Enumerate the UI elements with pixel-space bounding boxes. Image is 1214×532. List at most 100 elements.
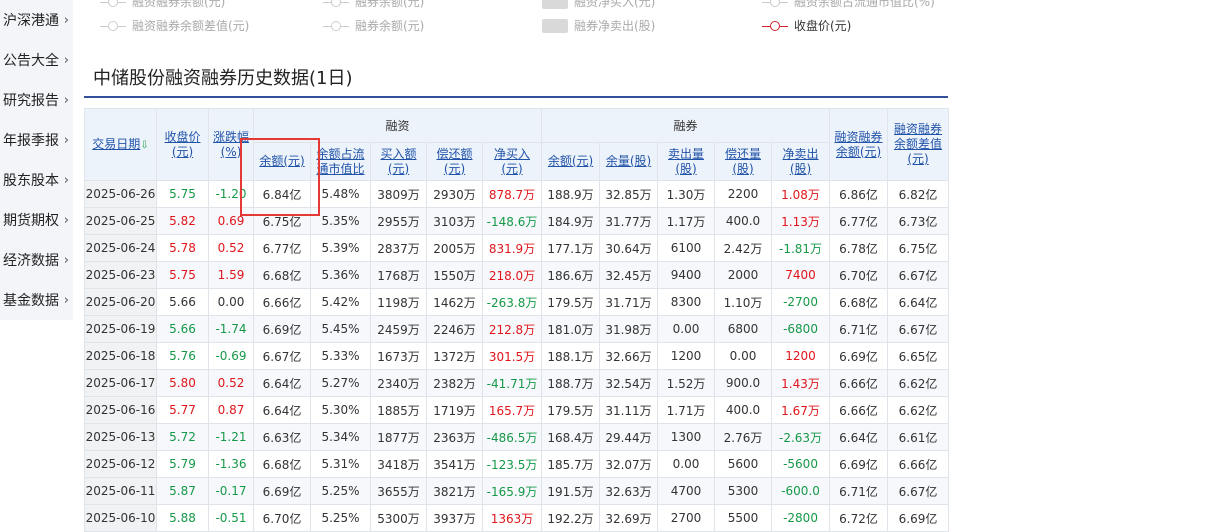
sidebar-item-fund-data[interactable]: 基金数据 › — [0, 280, 73, 320]
header-rq-volume[interactable]: 余量(股) — [599, 142, 659, 181]
table-cell: 218.0万 — [481, 261, 543, 289]
table-cell: 188.1万 — [541, 342, 601, 370]
header-rq-amount[interactable]: 余额(元) — [541, 142, 601, 181]
legend-item[interactable]: 融券余额(元) — [323, 17, 424, 34]
table-cell: 2005万 — [426, 234, 483, 262]
table-row: 2025-06-19 5.66 -1.74 6.69亿 5.45% 2459万 2246万 2… — [84, 315, 950, 343]
header-rz-net[interactable]: 净买入(元) — [481, 142, 543, 181]
sidebar-item-announcements[interactable]: 公告大全 › — [0, 40, 73, 80]
table-cell: 1885万 — [370, 396, 427, 424]
table-cell: 3937万 — [426, 504, 483, 532]
header-rz-ratio[interactable]: 余额占流通市值比 — [310, 142, 371, 181]
legend-item[interactable]: 融资余额占流通市值比(%) — [762, 0, 935, 10]
table-cell: 165.7万 — [481, 396, 543, 424]
sidebar-item-research[interactable]: 研究报告 › — [0, 80, 73, 120]
table-cell: 1877万 — [370, 423, 427, 451]
header-change[interactable]: 涨跌幅(%) — [208, 108, 254, 181]
table-cell: -123.5万 — [481, 450, 543, 478]
legend-item[interactable]: 融资净买入(元) — [542, 0, 655, 10]
table-cell: 2700 — [657, 504, 716, 532]
table-cell: 212.8万 — [481, 315, 543, 343]
table-cell: 29.44万 — [599, 423, 659, 451]
table-cell: 301.5万 — [481, 342, 543, 370]
legend-item[interactable]: 融资融券余额(元) — [100, 0, 225, 10]
legend-item[interactable]: 融券净卖出(股) — [542, 17, 655, 34]
table-cell: -0.51 — [208, 504, 254, 532]
header-balance-diff[interactable]: 融资融券余额差值(元) — [887, 108, 950, 181]
table-cell: 6.66亿 — [887, 450, 950, 478]
header-rz-repay[interactable]: 偿还额(元) — [426, 142, 483, 181]
table-cell: 5.30% — [310, 396, 371, 424]
header-date[interactable]: 交易日期⇩ — [84, 108, 157, 181]
table-cell: 31.77万 — [599, 207, 659, 235]
line-marker-icon — [100, 20, 126, 32]
table-cell: 1.17万 — [657, 207, 716, 235]
table-row: 2025-06-17 5.80 0.52 6.64亿 5.27% 2340万 2382万 -4… — [84, 369, 950, 397]
table-cell: 6.67亿 — [887, 315, 950, 343]
table-cell: -263.8万 — [481, 288, 543, 316]
table-row: 2025-06-23 5.75 1.59 6.68亿 5.36% 1768万 1550万 21… — [84, 261, 950, 289]
table-cell: 5.34% — [310, 423, 371, 451]
table-cell: 6.86亿 — [829, 180, 889, 208]
header-rz-amount[interactable]: 余额(元) — [253, 142, 311, 181]
bar-marker-icon — [542, 18, 568, 33]
table-cell: 2837万 — [370, 234, 427, 262]
table-cell: -41.71万 — [481, 369, 543, 397]
header-rq-net[interactable]: 净卖出(股) — [771, 142, 831, 181]
table-cell: 6.63亿 — [253, 423, 311, 451]
line-marker-icon — [762, 20, 788, 32]
sidebar-item-label: 公告大全 — [3, 53, 59, 69]
table-cell: 5.66 — [156, 315, 209, 343]
table-cell: 9400 — [657, 261, 716, 289]
table-cell: 1.08万 — [771, 180, 831, 208]
sidebar-item-economic-data[interactable]: 经济数据 › — [0, 240, 73, 280]
table-cell: -1.36 — [208, 450, 254, 478]
table-cell: -1.20 — [208, 180, 254, 208]
table-cell: 2.76万 — [714, 423, 773, 451]
table-cell: 3821万 — [426, 477, 483, 505]
table-cell: 6.71亿 — [829, 315, 889, 343]
header-rq-repay[interactable]: 偿还量(股) — [714, 142, 773, 181]
table-cell: 5500 — [714, 504, 773, 532]
chevron-right-icon: › — [63, 212, 69, 228]
sidebar: 沪深港通 › 公告大全 › 研究报告 › 年报季报 › 股东股本 › 期货期权 … — [0, 0, 73, 320]
sort-down-icon[interactable]: ⇩ — [140, 140, 148, 151]
table-cell: 1300 — [657, 423, 716, 451]
table-cell: 5.88 — [156, 504, 209, 532]
table-row: 2025-06-10 5.88 -0.51 6.70亿 5.25% 5300万 3937万 1… — [84, 504, 950, 532]
table-cell: 6.68亿 — [253, 450, 311, 478]
cell-date: 2025-06-17 — [84, 369, 157, 397]
legend-item[interactable]: 融券余额(元) — [323, 0, 424, 10]
header-rz-buy[interactable]: 买入额(元) — [370, 142, 427, 181]
table-cell: 177.1万 — [541, 234, 601, 262]
sidebar-item-shareholders[interactable]: 股东股本 › — [0, 160, 73, 200]
legend-item[interactable]: 融资融券余额差值(元) — [100, 17, 249, 34]
table-cell: -2.63万 — [771, 423, 831, 451]
table-cell: -0.17 — [208, 477, 254, 505]
table-cell: 31.98万 — [599, 315, 659, 343]
header-rq-sell[interactable]: 卖出量(股) — [657, 142, 716, 181]
table-cell: -1.74 — [208, 315, 254, 343]
table-cell: 0.00 — [208, 288, 254, 316]
sidebar-item-reports[interactable]: 年报季报 › — [0, 120, 73, 160]
table-cell: 5.27% — [310, 369, 371, 397]
table-cell: 5.33% — [310, 342, 371, 370]
table-cell: 2246万 — [426, 315, 483, 343]
table-cell: 3655万 — [370, 477, 427, 505]
bar-marker-icon — [542, 0, 568, 9]
header-total-balance[interactable]: 融资融券余额(元) — [829, 108, 889, 181]
table-cell: 5.36% — [310, 261, 371, 289]
table-cell: 400.0 — [714, 396, 773, 424]
cell-date: 2025-06-13 — [84, 423, 157, 451]
sidebar-item-futures[interactable]: 期货期权 › — [0, 200, 73, 240]
legend-item-close-price[interactable]: 收盘价(元) — [762, 17, 851, 34]
title-divider — [84, 96, 948, 98]
cell-date: 2025-06-12 — [84, 450, 157, 478]
header-close[interactable]: 收盘价(元) — [156, 108, 209, 181]
table-cell: 1.52万 — [657, 369, 716, 397]
table-cell: -486.5万 — [481, 423, 543, 451]
margin-trading-table: 交易日期⇩ 收盘价(元) 涨跌幅(%) 融资 融券 融资融券余额(元) 融资融券… — [84, 108, 950, 532]
table-cell: 3541万 — [426, 450, 483, 478]
cell-date: 2025-06-25 — [84, 207, 157, 235]
table-cell: 5600 — [714, 450, 773, 478]
